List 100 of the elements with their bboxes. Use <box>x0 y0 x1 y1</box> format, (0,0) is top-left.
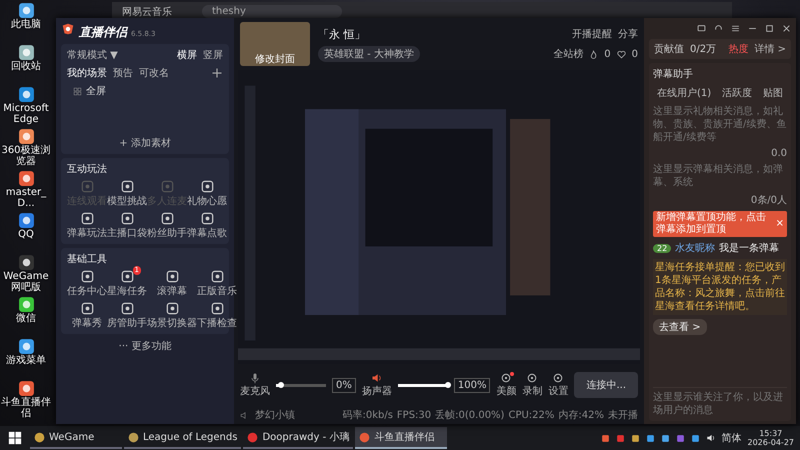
tool-button[interactable]: 任务中心 <box>67 269 107 298</box>
gift-count: 0.0 <box>771 148 787 159</box>
close-button[interactable]: × <box>776 212 784 236</box>
tool-button[interactable]: 滚弹幕 <box>147 269 197 298</box>
volume-slider[interactable] <box>276 384 326 386</box>
control-button[interactable]: 美颜 <box>496 372 516 398</box>
orientation-tab[interactable]: 竖屏 <box>203 48 223 62</box>
app-icon[interactable] <box>18 2 34 19</box>
chat-icon[interactable] <box>697 24 706 32</box>
scene-tab[interactable]: 可改名 <box>139 66 169 80</box>
view-button[interactable]: 去查看 > <box>653 319 707 335</box>
chat-hint: 这里显示弹幕相关消息，如弹幕、系统 <box>653 163 784 189</box>
taskbar-item[interactable]: WeGame <box>30 427 122 449</box>
tool-icon <box>210 269 224 284</box>
tool-icon <box>120 301 134 316</box>
status-stat: FPS:30 <box>396 410 432 420</box>
taskbar-item[interactable]: League of Legends <box>124 427 242 449</box>
input-language[interactable]: 简体 <box>722 431 742 445</box>
taskbar-item[interactable]: 斗鱼直播伴侣 <box>355 427 448 449</box>
status-stat: 码率:0kb/s <box>342 408 393 422</box>
tool-icon <box>80 269 94 284</box>
icon-label: WeGame网吧版 <box>2 271 50 293</box>
tool-icon <box>160 211 174 226</box>
scene-tab[interactable]: 我的场景 <box>67 66 107 80</box>
clock-time[interactable]: 15:37 <box>759 429 782 438</box>
grid-icon <box>73 86 82 96</box>
heat-label: 热度 <box>728 42 748 56</box>
tool-button[interactable]: 房管助手 <box>107 301 147 330</box>
tool-button[interactable]: 弹幕点歌 <box>187 211 227 240</box>
window-title: 网易云音乐 <box>122 6 172 19</box>
windows-start-icon[interactable] <box>8 431 22 445</box>
search-field[interactable]: theshy <box>202 5 342 18</box>
rank-link[interactable]: 全站榜 <box>553 47 584 61</box>
tool-icon <box>120 179 134 194</box>
panel-title: 弹幕助手 <box>653 68 694 81</box>
app-icon <box>359 432 370 442</box>
fox-icon <box>61 22 75 36</box>
scene-name: 梦幻小镇 <box>255 408 295 422</box>
volume-slider[interactable] <box>398 384 448 386</box>
heart-icon <box>616 50 626 58</box>
app-icon[interactable] <box>18 128 34 145</box>
panel-tab[interactable]: 贴图 <box>763 85 783 101</box>
add-icon[interactable] <box>211 67 223 79</box>
follow-hint: 这里显示谁关注了你，以及进场用户的消息 <box>653 387 787 417</box>
audio-label: 扬声器 <box>362 384 392 398</box>
panel-tab[interactable]: 活跃度 <box>722 85 752 101</box>
add-source-button[interactable]: + 添加素材 <box>67 136 223 150</box>
gift-hint: 这里显示礼物相关消息，如礼物、贵族、贵族开通/续费、鱼船开通/续费等 <box>653 105 787 144</box>
mode-dropdown[interactable]: 常规模式 ▼ <box>67 48 118 62</box>
details-link[interactable]: 详情 > <box>754 42 786 56</box>
scene-tab[interactable]: 预告 <box>113 66 133 80</box>
tool-button[interactable]: 粉丝助手 <box>147 211 187 240</box>
app-icon[interactable] <box>18 86 34 103</box>
tool-button[interactable]: 弹幕秀 <box>67 301 107 330</box>
audio-label: 麦克风 <box>240 384 270 398</box>
app-icon[interactable] <box>18 338 34 355</box>
contribution-value: 0/2万 <box>690 43 716 56</box>
volume-reading: 100% <box>454 378 490 392</box>
app-icon[interactable] <box>18 380 34 397</box>
volume-icon[interactable] <box>706 433 716 443</box>
scene-item[interactable]: 全屏 <box>86 84 106 98</box>
taskbar-item[interactable]: Dooprawdy - 小璃 <box>243 427 354 449</box>
connect-button[interactable]: 连接中... <box>574 372 638 398</box>
control-button[interactable]: 录制 <box>522 372 542 398</box>
tool-button[interactable]: 主播口袋 <box>107 211 147 240</box>
icon-label: QQ <box>18 229 34 240</box>
header-link[interactable]: 分享 <box>618 27 638 41</box>
section-title: 基础工具 <box>67 252 108 266</box>
app-icon[interactable] <box>18 296 34 313</box>
icon-label: 微信 <box>16 313 36 324</box>
app-icon <box>247 432 258 442</box>
tool-button[interactable]: 正版音乐 <box>197 269 237 298</box>
app-icon[interactable] <box>18 170 34 187</box>
message-text: 我是一条弹幕 <box>719 242 780 255</box>
cover-image[interactable]: 修改封面 <box>240 22 310 66</box>
panel-tab[interactable]: 在线用户(1) <box>657 85 712 101</box>
maximize-icon[interactable] <box>765 24 774 32</box>
app-icon[interactable] <box>18 44 34 61</box>
level-badge: 22 <box>653 244 672 252</box>
tool-button[interactable]: 弹幕玩法 <box>67 211 107 240</box>
orientation-tab[interactable]: 横屏 <box>177 48 197 62</box>
control-button[interactable]: 设置 <box>548 372 568 398</box>
nickname[interactable]: 水友昵称 <box>675 241 716 255</box>
icon-label: 游戏菜单 <box>6 355 46 366</box>
app-icon[interactable] <box>18 254 34 271</box>
tool-icon <box>160 179 174 194</box>
tool-button[interactable]: 场景切换器 <box>147 301 197 330</box>
more-features-button[interactable]: ··· 更多功能 <box>61 338 229 354</box>
tool-icon <box>80 301 94 316</box>
close-icon[interactable] <box>782 24 791 32</box>
menu-icon[interactable] <box>731 24 740 32</box>
clock-date[interactable]: 2026-04-27 <box>748 438 794 447</box>
tool-button[interactable]: 模型挑战 <box>107 179 147 208</box>
tool-button[interactable]: 下播检查 <box>197 301 237 330</box>
tool-button[interactable]: 礼物心愿 <box>187 179 227 208</box>
header-link[interactable]: 开播提醒 <box>572 27 612 41</box>
chat-count: 0条/0人 <box>750 194 787 207</box>
tool-icon <box>552 372 564 384</box>
app-icon[interactable] <box>18 212 34 229</box>
category-tag[interactable]: 英雄联盟 - 大神教学 <box>318 46 420 62</box>
